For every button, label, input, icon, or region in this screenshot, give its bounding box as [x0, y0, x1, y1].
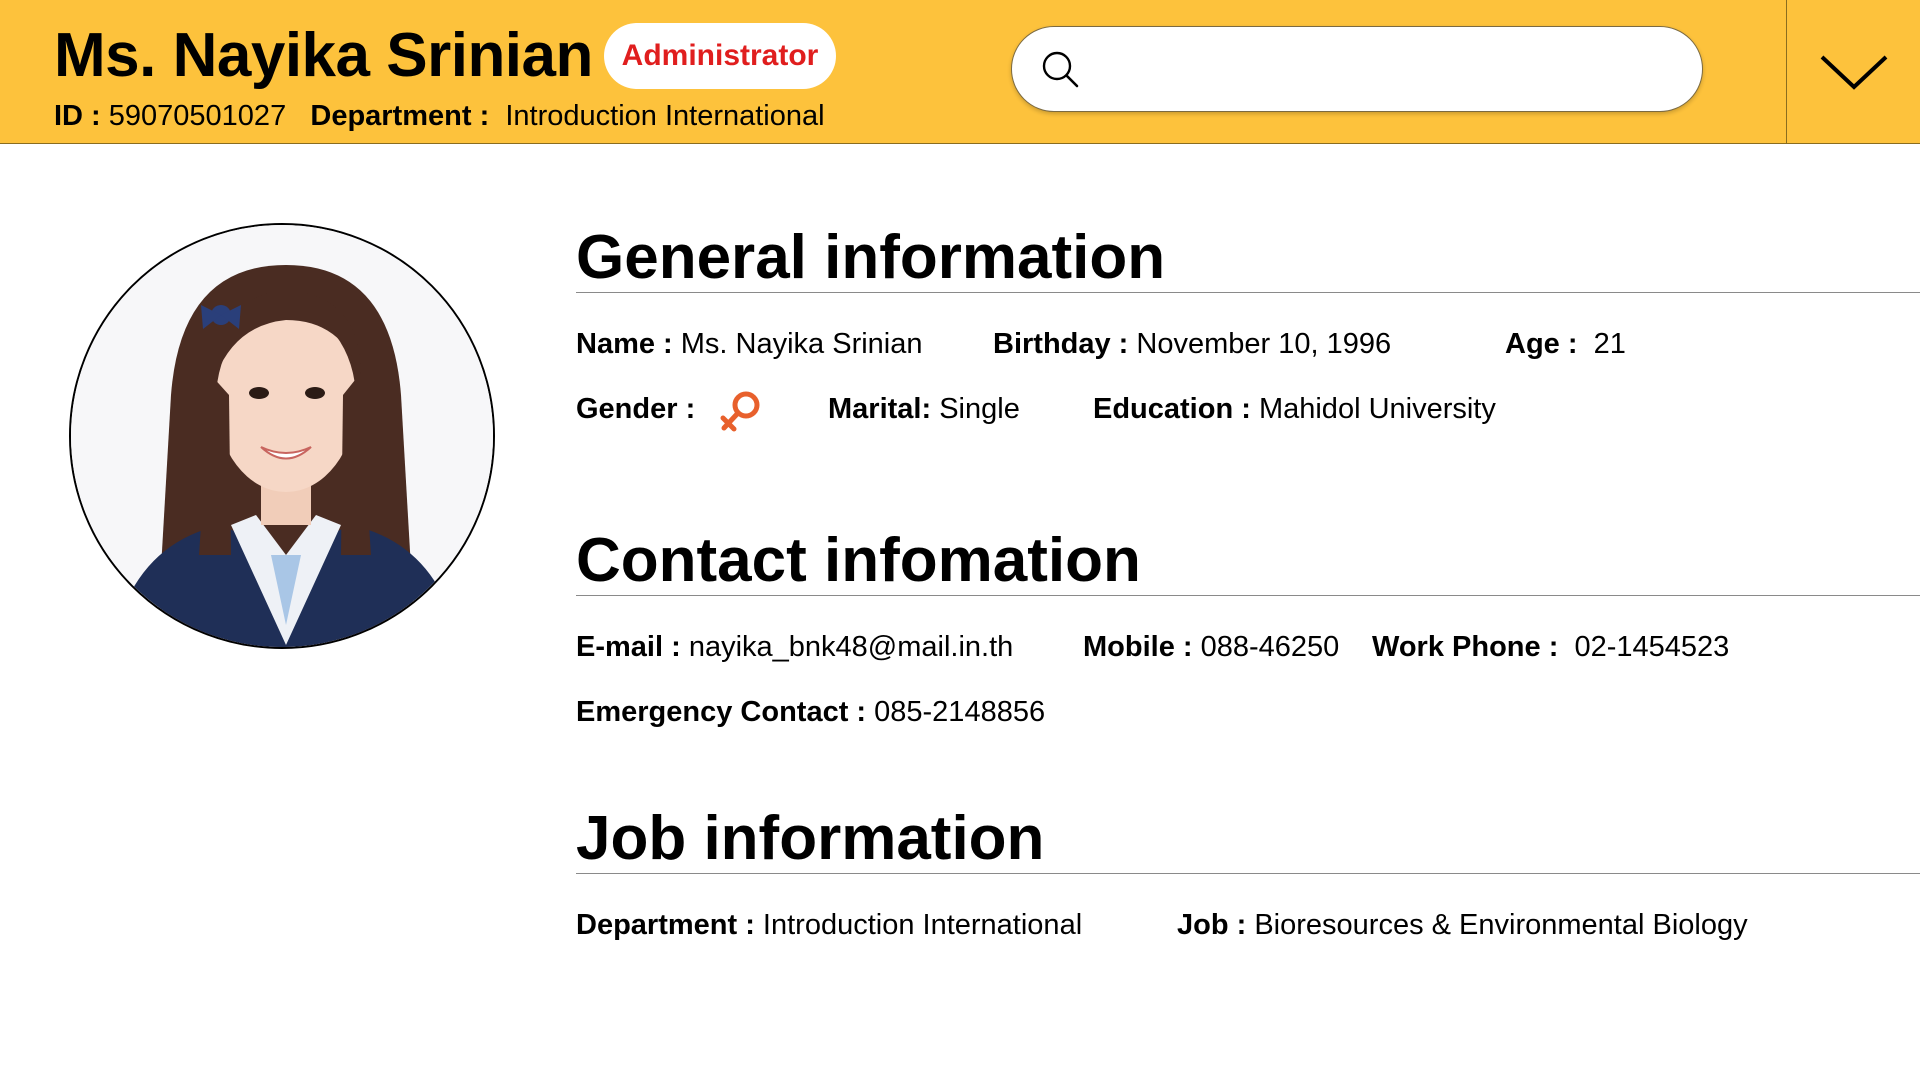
account-menu-toggle[interactable] — [1786, 0, 1920, 144]
avatar-illustration — [71, 225, 493, 647]
email-value[interactable]: nayika_bnk48@mail.in.th — [689, 631, 1013, 663]
mobile-field: Mobile : 088-46250 — [1083, 631, 1339, 664]
name-label: Name : — [576, 328, 673, 360]
marital-value: Single — [939, 393, 1020, 425]
emergency-contact-value: 085-2148856 — [874, 696, 1046, 728]
female-symbol-icon — [720, 391, 760, 432]
user-name-title: Ms. Nayika Srinian — [54, 21, 593, 90]
header-department-value: Introduction International — [505, 100, 825, 132]
marital-field: Marital: Single — [828, 393, 1020, 426]
id-label: ID : — [54, 100, 101, 132]
email-field: E-mail : nayika_bnk48@mail.in.th — [576, 631, 1013, 664]
birthday-field: Birthday : November 10, 1996 — [993, 328, 1391, 361]
general-info-divider — [576, 292, 1920, 293]
job-info-title: Job information — [576, 804, 1045, 873]
search-box[interactable] — [1011, 26, 1703, 112]
role-badge: Administrator — [604, 23, 836, 89]
id-value: 59070501027 — [108, 100, 287, 132]
mobile-value: 088-46250 — [1200, 631, 1340, 663]
emergency-contact-field: Emergency Contact : 085-2148856 — [576, 696, 1045, 729]
search-icon[interactable] — [1040, 49, 1080, 89]
contact-info-divider — [576, 595, 1920, 596]
profile-photo — [69, 223, 495, 649]
work-phone-field: Work Phone : 02-1454523 — [1372, 631, 1729, 664]
birthday-value: November 10, 1996 — [1136, 328, 1392, 360]
emergency-contact-label: Emergency Contact : — [576, 696, 867, 728]
gender-field: Gender : — [576, 393, 695, 426]
email-label: E-mail : — [576, 631, 681, 663]
job-department-field: Department : Introduction International — [576, 909, 1082, 942]
mobile-label: Mobile : — [1083, 631, 1193, 663]
work-phone-label: Work Phone : — [1372, 631, 1559, 663]
education-value: Mahidol University — [1258, 393, 1496, 425]
job-title-field: Job : Bioresources & Environmental Biolo… — [1177, 909, 1748, 942]
age-field: Age : 21 — [1505, 328, 1626, 361]
age-value: 21 — [1593, 328, 1626, 360]
general-info-title: General information — [576, 223, 1166, 292]
job-info-divider — [576, 873, 1920, 874]
job-title-label: Job : — [1177, 909, 1247, 941]
job-department-value: Introduction International — [762, 909, 1083, 941]
header-meta: ID : 59070501027 Department : Introducti… — [54, 100, 825, 133]
job-title-value: Bioresources & Environmental Biology — [1254, 909, 1748, 941]
name-value: Ms. Nayika Srinian — [680, 328, 923, 360]
job-department-label: Department : — [576, 909, 755, 941]
header-department-label: Department : — [310, 100, 490, 132]
education-field: Education : Mahidol University — [1093, 393, 1496, 426]
birthday-label: Birthday : — [993, 328, 1129, 360]
name-field: Name : Ms. Nayika Srinian — [576, 328, 923, 361]
gender-label: Gender : — [576, 393, 696, 425]
marital-label: Marital: — [828, 393, 932, 425]
age-label: Age : — [1505, 328, 1578, 360]
search-input[interactable] — [1096, 41, 1680, 99]
education-label: Education : — [1093, 393, 1251, 425]
chevron-down-icon[interactable] — [1819, 52, 1889, 92]
work-phone-value: 02-1454523 — [1574, 631, 1730, 663]
contact-info-title: Contact infomation — [576, 526, 1141, 595]
top-header: Ms. Nayika Srinian Administrator ID : 59… — [0, 0, 1920, 144]
